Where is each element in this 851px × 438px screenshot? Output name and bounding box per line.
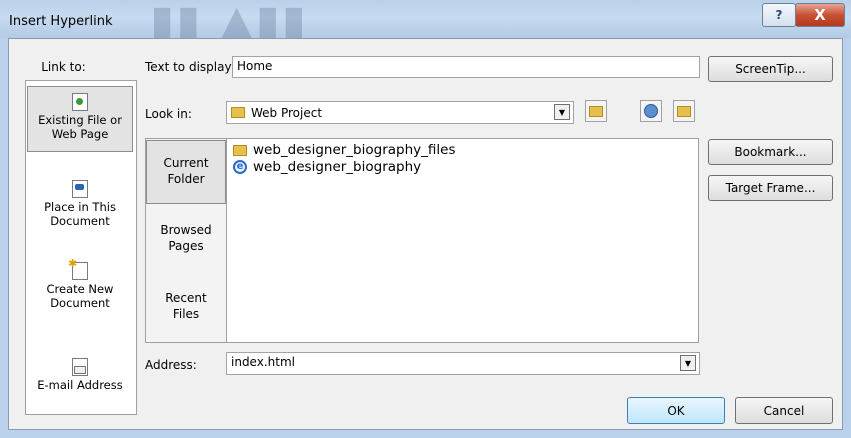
window-frame-right	[843, 38, 851, 438]
file-list[interactable]: web_designer_biography_files e web_desig…	[226, 138, 699, 343]
link-existing-file[interactable]: Existing File or Web Page	[27, 86, 133, 152]
link-to-label: Link to:	[41, 60, 86, 74]
up-folder-icon	[589, 105, 603, 117]
address-label: Address:	[145, 358, 197, 372]
close-button[interactable]: X	[795, 3, 845, 27]
window-frame-left	[0, 38, 8, 438]
link-create-new-document-label-2: Document	[50, 296, 110, 310]
new-document-icon: ✱	[68, 258, 88, 280]
title-bar	[0, 0, 851, 38]
browse-file-button[interactable]	[673, 100, 695, 122]
file-name: web_designer_biography	[253, 159, 422, 175]
window-title: Insert Hyperlink	[9, 14, 113, 29]
existing-file-icon	[72, 93, 88, 111]
look-in-combo[interactable]: Web Project	[226, 101, 574, 124]
address-input[interactable]: index.html	[226, 352, 700, 375]
screentip-button[interactable]: ScreenTip...	[708, 56, 833, 82]
target-frame-button[interactable]: Target Frame...	[708, 175, 833, 201]
email-address-icon	[72, 358, 88, 376]
browse-web-icon	[644, 104, 658, 118]
place-recent-files-label-1: Recent	[165, 291, 207, 305]
ok-button[interactable]: OK	[627, 397, 725, 424]
place-current-folder-label-2: Folder	[167, 172, 205, 186]
folder-icon	[231, 107, 245, 118]
text-to-display-label: Text to display:	[145, 60, 235, 74]
link-email-address[interactable]: E-mail Address	[27, 358, 133, 398]
link-create-new-document-label-1: Create New	[46, 282, 114, 296]
look-in-value: Web Project	[251, 105, 323, 120]
place-browsed-pages[interactable]: Browsed Pages	[146, 222, 226, 262]
place-browsed-pages-label-1: Browsed	[160, 223, 212, 237]
place-current-folder-label-1: Current	[163, 156, 209, 170]
list-item[interactable]: e web_designer_biography	[233, 159, 698, 175]
bookmark-button[interactable]: Bookmark...	[708, 139, 833, 165]
folder-icon	[233, 144, 247, 156]
place-in-document-icon	[72, 180, 88, 198]
file-name: web_designer_biography_files	[253, 142, 456, 158]
look-in-label: Look in:	[145, 107, 192, 121]
link-place-in-document-label-2: Document	[50, 214, 110, 228]
address-dropdown-arrow[interactable]: ▼	[680, 355, 696, 371]
link-email-address-label: E-mail Address	[37, 378, 123, 392]
browse-web-button[interactable]	[640, 100, 662, 122]
cancel-button[interactable]: Cancel	[735, 397, 833, 424]
window-frame-bottom	[0, 430, 851, 438]
open-folder-icon	[677, 105, 691, 117]
list-item[interactable]: web_designer_biography_files	[233, 142, 698, 158]
ie-page-icon: e	[233, 160, 247, 174]
link-existing-file-label-2: Web Page	[51, 127, 109, 141]
link-create-new-document[interactable]: ✱ Create New Document	[27, 258, 133, 322]
up-one-folder-button[interactable]	[585, 100, 607, 122]
link-place-in-document-label-1: Place in This	[44, 200, 116, 214]
link-existing-file-label-1: Existing File or	[38, 113, 122, 127]
help-button[interactable]: ?	[762, 3, 796, 27]
place-recent-files-label-2: Files	[172, 307, 200, 321]
place-current-folder[interactable]: Current Folder	[146, 140, 226, 204]
look-in-dropdown-arrow[interactable]: ▼	[554, 104, 570, 120]
place-recent-files[interactable]: Recent Files	[146, 290, 226, 330]
link-place-in-document[interactable]: Place in This Document	[27, 180, 133, 240]
text-to-display-input[interactable]: Home	[232, 56, 700, 78]
place-browsed-pages-label-2: Pages	[168, 239, 204, 253]
